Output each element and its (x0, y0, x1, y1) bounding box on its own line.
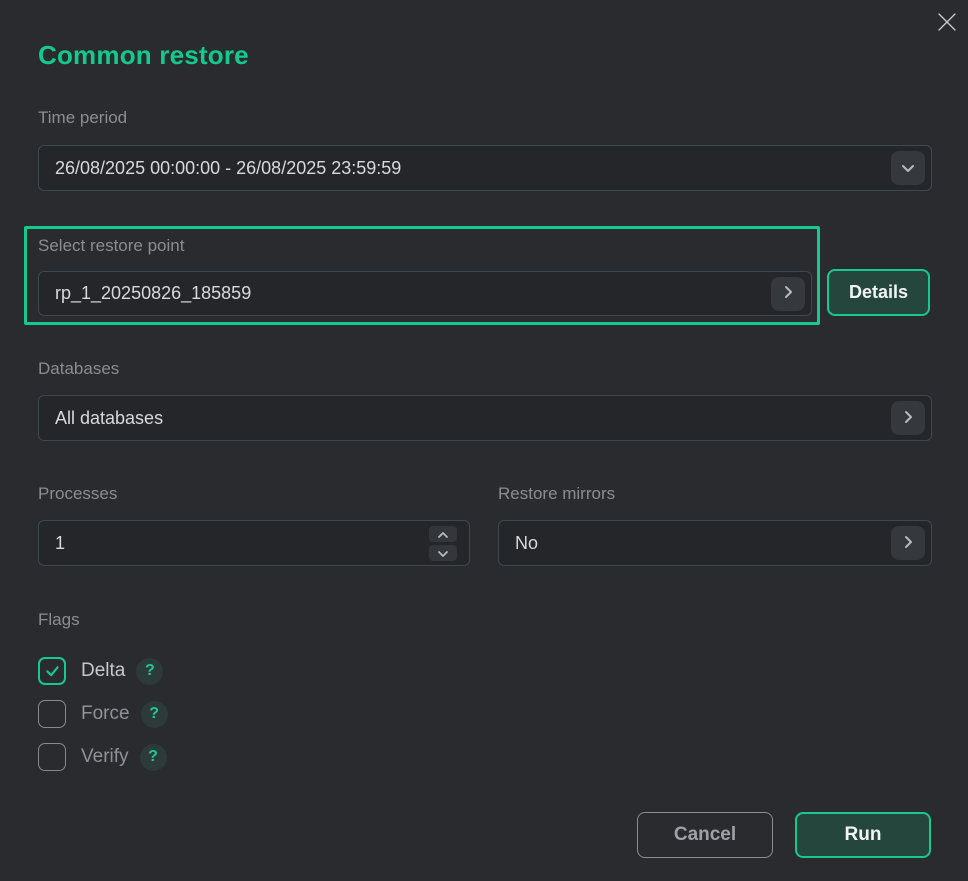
chevron-down-icon (438, 545, 448, 560)
processes-label: Processes (38, 484, 117, 504)
chevron-right-icon (784, 285, 793, 302)
time-period-value: 26/08/2025 00:00:00 - 26/08/2025 23:59:5… (55, 158, 891, 179)
verify-checkbox[interactable] (38, 743, 66, 771)
chevron-down-icon (901, 161, 915, 176)
delta-label: Delta (81, 660, 125, 682)
common-restore-dialog: Common restore Time period 26/08/2025 00… (0, 0, 968, 881)
flag-row-delta: Delta ? (38, 656, 163, 686)
databases-open-button[interactable] (891, 401, 925, 435)
flags-label: Flags (38, 610, 80, 630)
restore-point-highlight: Select restore point rp_1_20250826_18585… (24, 226, 820, 325)
close-icon (936, 11, 958, 36)
processes-field (38, 520, 470, 566)
details-button[interactable]: Details (827, 269, 930, 316)
page-title: Common restore (38, 40, 249, 71)
time-period-select[interactable]: 26/08/2025 00:00:00 - 26/08/2025 23:59:5… (38, 145, 932, 191)
restore-point-value: rp_1_20250826_185859 (55, 283, 771, 304)
force-checkbox[interactable] (38, 700, 66, 728)
check-icon (45, 665, 60, 677)
force-label: Force (81, 703, 130, 725)
verify-label: Verify (81, 746, 129, 768)
delta-help-icon[interactable]: ? (136, 658, 163, 685)
restore-point-label: Select restore point (38, 236, 184, 256)
processes-stepper (429, 526, 457, 561)
stepper-down-button[interactable] (429, 545, 457, 561)
close-button[interactable] (932, 8, 962, 38)
chevron-up-icon (438, 526, 448, 541)
databases-select[interactable]: All databases (38, 395, 932, 441)
restore-mirrors-label: Restore mirrors (498, 484, 615, 504)
processes-input[interactable] (55, 533, 429, 554)
restore-mirrors-value: No (515, 533, 891, 554)
delta-checkbox[interactable] (38, 657, 66, 685)
flag-row-verify: Verify ? (38, 742, 167, 772)
cancel-button[interactable]: Cancel (637, 812, 773, 858)
time-period-expand-button[interactable] (891, 151, 925, 185)
force-help-icon[interactable]: ? (141, 701, 168, 728)
restore-mirrors-select[interactable]: No (498, 520, 932, 566)
chevron-right-icon (904, 410, 913, 427)
chevron-right-icon (904, 535, 913, 552)
stepper-up-button[interactable] (429, 526, 457, 542)
databases-value: All databases (55, 408, 891, 429)
databases-label: Databases (38, 359, 119, 379)
verify-help-icon[interactable]: ? (140, 744, 167, 771)
restore-mirrors-open-button[interactable] (891, 526, 925, 560)
flag-row-force: Force ? (38, 699, 168, 729)
restore-point-select[interactable]: rp_1_20250826_185859 (38, 271, 812, 316)
time-period-label: Time period (38, 108, 127, 128)
run-button[interactable]: Run (795, 812, 931, 858)
restore-point-open-button[interactable] (771, 277, 805, 311)
